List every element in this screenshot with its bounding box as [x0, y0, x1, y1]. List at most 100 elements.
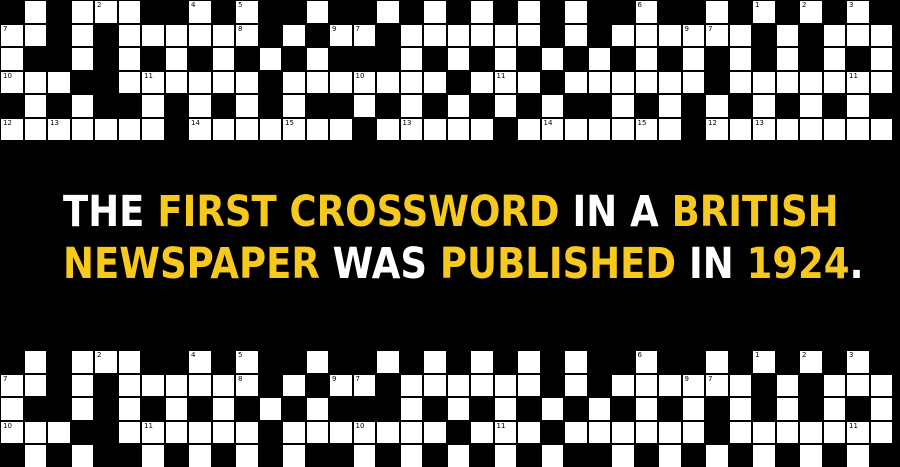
crossword-cell [728, 47, 752, 71]
crossword-cell [188, 94, 212, 118]
crossword-cell: 11 [141, 70, 165, 94]
crossword-cell [211, 70, 235, 94]
clue-number: 3 [849, 1, 854, 9]
crossword-block [47, 0, 71, 24]
crossword-block [258, 94, 282, 118]
crossword-cell [211, 373, 235, 397]
crossword-block [70, 420, 94, 444]
crossword-cell [211, 397, 235, 421]
crossword-cell: 15 [634, 117, 658, 141]
crossword-cell [869, 373, 893, 397]
crossword-cell [423, 350, 447, 374]
crossword-block [399, 0, 423, 24]
crossword-block [470, 444, 494, 467]
crossword-cell [493, 397, 517, 421]
crossword-block [0, 350, 24, 374]
clue-number: 1 [755, 1, 760, 9]
clue-number: 9 [332, 374, 337, 383]
crossword-cell [70, 47, 94, 71]
crossword-cell [634, 420, 658, 444]
crossword-cell [493, 47, 517, 71]
crossword-cell [822, 420, 846, 444]
crossword-block [775, 350, 799, 374]
crossword-cell [681, 397, 705, 421]
crossword-block [611, 0, 635, 24]
crossword-cell [681, 70, 705, 94]
clue-number: 4 [191, 1, 196, 9]
crossword-block [94, 420, 118, 444]
crossword-cell [822, 397, 846, 421]
crossword-cell [728, 397, 752, 421]
crossword-cell [282, 373, 306, 397]
crossword-block [352, 117, 376, 141]
crossword-cell [540, 47, 564, 71]
crossword-cell [423, 0, 447, 24]
crossword-cell [117, 70, 141, 94]
crossword-block [164, 350, 188, 374]
crossword-cell [47, 420, 71, 444]
crossword-cell [517, 0, 541, 24]
crossword-block [799, 47, 823, 71]
crossword-cell [211, 117, 235, 141]
crossword-cell [822, 373, 846, 397]
crossword-block [47, 397, 71, 421]
crossword-cell [587, 397, 611, 421]
clue-number: 10 [355, 71, 365, 80]
clue-number: 6 [637, 1, 642, 9]
crossword-cell [658, 444, 682, 467]
crossword-block [164, 94, 188, 118]
crossword-cell [329, 70, 353, 94]
clue-number: 10 [355, 421, 365, 430]
crossword-cell: 15 [282, 117, 306, 141]
crossword-block [869, 0, 893, 24]
clue-number: 11 [849, 71, 858, 80]
crossword-cell [70, 94, 94, 118]
crossword-cell [846, 117, 870, 141]
crossword-block [0, 0, 24, 24]
crossword-cell [376, 350, 400, 374]
clue-number: 7 [708, 374, 713, 383]
crossword-block [329, 444, 353, 467]
crossword-block [611, 47, 635, 71]
crossword-cell [658, 420, 682, 444]
crossword-block [869, 94, 893, 118]
crossword-cell [634, 70, 658, 94]
crossword-block [329, 397, 353, 421]
crossword-cell [564, 373, 588, 397]
crossword-cell [117, 350, 141, 374]
crossword-block [681, 350, 705, 374]
clue-number: 3 [849, 351, 854, 359]
crossword-cell: 2 [799, 0, 823, 24]
clue-number: 13 [50, 118, 59, 127]
crossword-block [211, 0, 235, 24]
crossword-block [587, 350, 611, 374]
crossword-cell [869, 70, 893, 94]
crossword-cell: 2 [94, 350, 118, 374]
headline-highlight: BRITISH [671, 187, 839, 237]
clue-number: 4 [191, 351, 196, 359]
crossword-block [846, 47, 870, 71]
crossword-cell: 13 [399, 117, 423, 141]
crossword-cell [775, 373, 799, 397]
crossword-cell [117, 373, 141, 397]
crossword-cell [282, 444, 306, 467]
crossword-cell [376, 70, 400, 94]
clue-number: 7 [3, 24, 8, 33]
crossword-cell [728, 117, 752, 141]
crossword-block [681, 444, 705, 467]
headline-text: WAS [319, 239, 440, 289]
crossword-cell [611, 444, 635, 467]
crossword-cell [211, 420, 235, 444]
crossword-cell [752, 420, 776, 444]
crossword-cell [517, 70, 541, 94]
crossword-cell [446, 373, 470, 397]
crossword-cell: 11 [141, 420, 165, 444]
crossword-cell [258, 47, 282, 71]
crossword-block [423, 444, 447, 467]
crossword-cell: 6 [634, 0, 658, 24]
headline-highlight: NEWSPAPER [63, 239, 320, 289]
crossword-block [141, 397, 165, 421]
crossword-cell [94, 117, 118, 141]
crossword-block [211, 444, 235, 467]
crossword-cell [658, 70, 682, 94]
